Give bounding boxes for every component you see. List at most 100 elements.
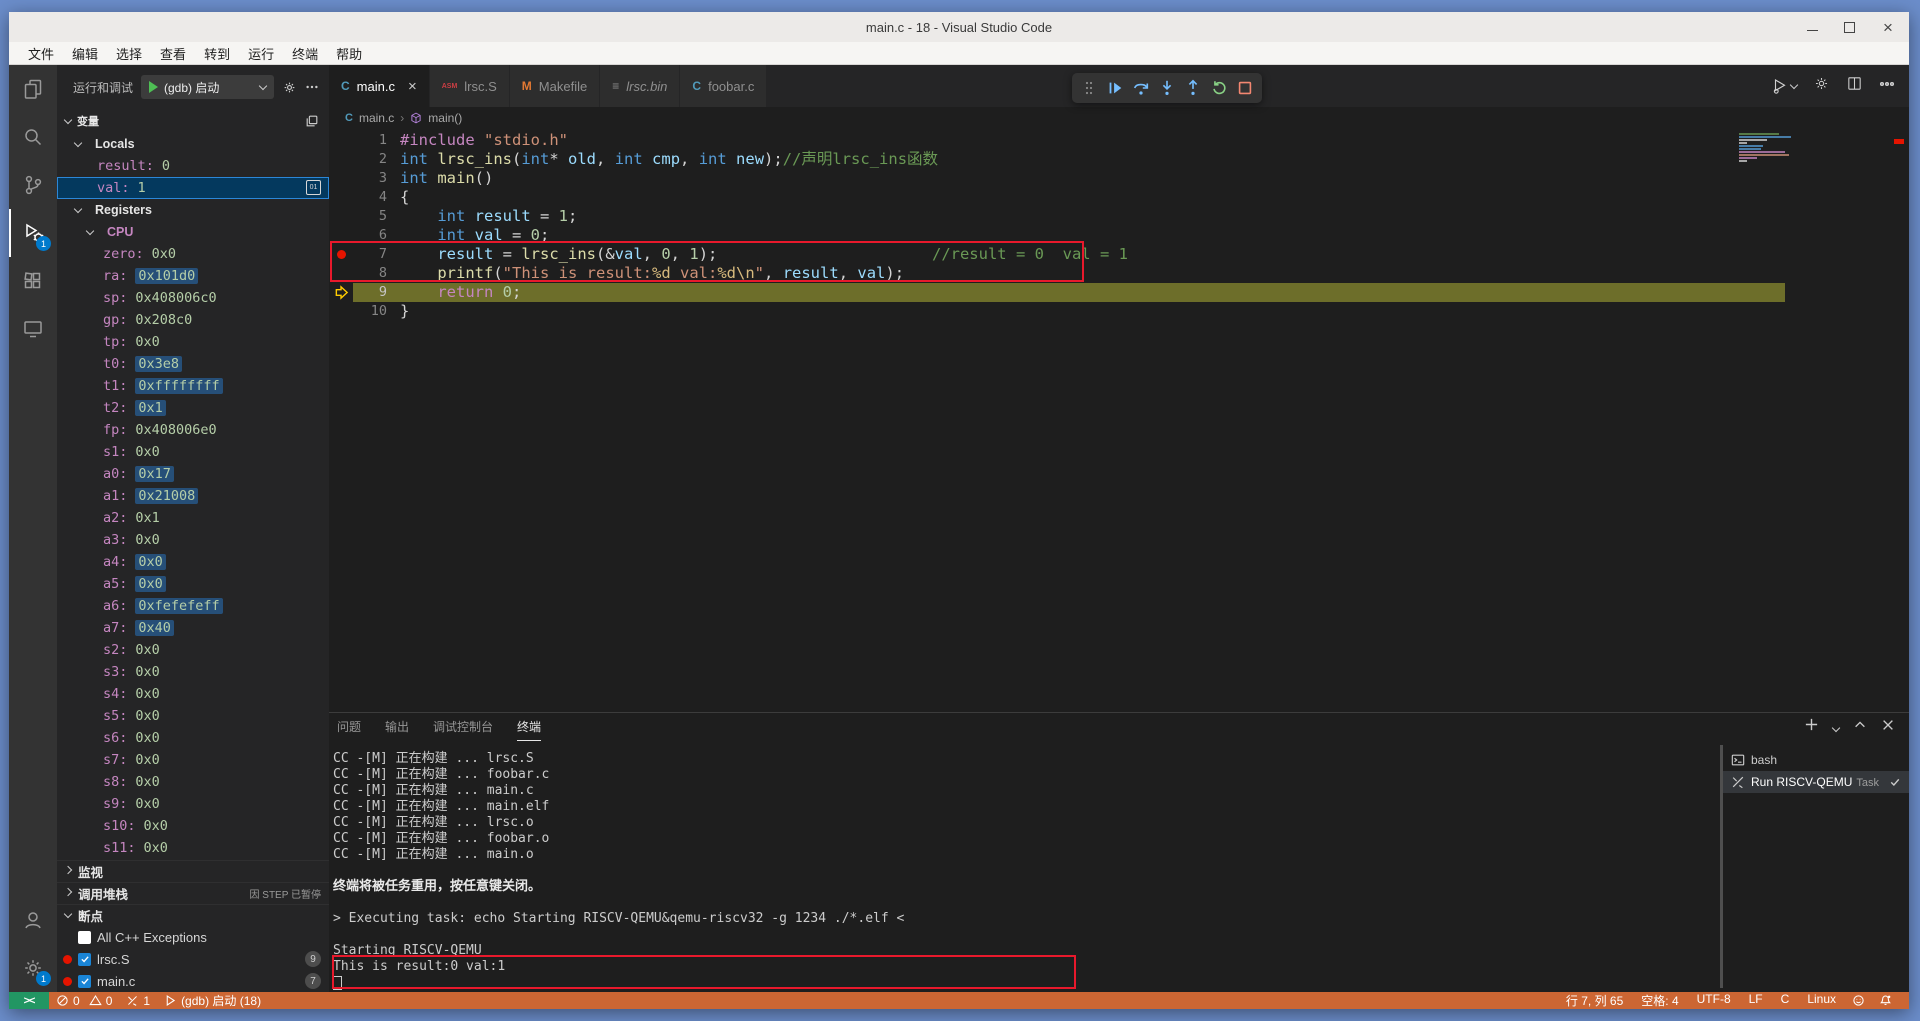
continue-button[interactable] [1104, 77, 1126, 99]
feedback-smiley-icon[interactable] [1845, 992, 1872, 1009]
menu-item-1[interactable]: 编辑 [63, 44, 107, 63]
debug-session-status[interactable]: (gdb) 启动 (18) [157, 992, 268, 1009]
register-row-t1[interactable]: t1:0xffffffff [57, 375, 329, 397]
register-row-gp[interactable]: gp:0x208c0 [57, 309, 329, 331]
section-registers[interactable]: Registers [57, 199, 329, 221]
gutter[interactable] [329, 188, 353, 207]
register-row-s8[interactable]: s8:0x0 [57, 771, 329, 793]
breadcrumb-symbol[interactable]: main() [428, 111, 462, 125]
variable-row-val[interactable]: val:101 [57, 177, 329, 199]
remote-indicator[interactable]: >< [9, 992, 49, 1009]
remote-explorer-icon[interactable] [9, 305, 57, 353]
watch-section-header[interactable]: 监视 [57, 860, 329, 882]
gutter[interactable] [329, 131, 353, 150]
breakpoints-section-header[interactable]: 断点 [57, 904, 329, 926]
accounts-icon[interactable] [9, 896, 57, 944]
register-row-s3[interactable]: s3:0x0 [57, 661, 329, 683]
view-binary-icon[interactable]: 01 [306, 180, 321, 195]
register-row-s10[interactable]: s10:0x0 [57, 815, 329, 837]
menu-item-4[interactable]: 转到 [195, 44, 239, 63]
tab-lrsc.S[interactable]: ASMlrsc.S [430, 65, 510, 107]
register-row-ra[interactable]: ra:0x101d0 [57, 265, 329, 287]
maximize-panel-icon[interactable] [1853, 718, 1867, 737]
callstack-section-header[interactable]: 调用堆栈 因 STEP 已暂停 [57, 882, 329, 904]
more-actions-icon[interactable] [305, 80, 319, 94]
breadcrumb[interactable]: C main.c › main() [329, 107, 1909, 129]
close-tab-icon[interactable]: × [408, 78, 417, 95]
gutter[interactable] [329, 302, 353, 321]
register-row-a6[interactable]: a6:0xfefefeff [57, 595, 329, 617]
register-row-a3[interactable]: a3:0x0 [57, 529, 329, 551]
menu-item-7[interactable]: 帮助 [327, 44, 371, 63]
register-row-s9[interactable]: s9:0x0 [57, 793, 329, 815]
register-row-a7[interactable]: a7:0x40 [57, 617, 329, 639]
register-row-s4[interactable]: s4:0x0 [57, 683, 329, 705]
run-file-button[interactable] [1771, 77, 1797, 95]
register-row-t3[interactable]: t3:0x0 [57, 859, 329, 860]
close-panel-icon[interactable] [1881, 718, 1895, 737]
menu-item-5[interactable]: 运行 [239, 44, 283, 63]
gutter[interactable] [329, 169, 353, 188]
menu-item-2[interactable]: 选择 [107, 44, 151, 63]
status-item-1[interactable]: 空格: 4 [1632, 992, 1687, 1009]
debug-config-dropdown[interactable]: (gdb) 启动 [141, 75, 274, 99]
register-row-s2[interactable]: s2:0x0 [57, 639, 329, 661]
register-row-s1[interactable]: s1:0x0 [57, 441, 329, 463]
tab-Makefile[interactable]: MMakefile [510, 65, 600, 107]
debug-settings-gear-icon[interactable] [282, 80, 297, 95]
menu-item-6[interactable]: 终端 [283, 44, 327, 63]
gutter[interactable] [329, 226, 353, 245]
status-item-2[interactable]: UTF-8 [1688, 992, 1740, 1009]
search-icon[interactable] [9, 113, 57, 161]
settings-gear-icon[interactable]: 1 [9, 944, 57, 992]
gutter[interactable] [329, 283, 353, 302]
explorer-icon[interactable] [9, 65, 57, 113]
panel-tab-终端[interactable]: 终端 [517, 713, 541, 741]
variables-section-header[interactable]: 变量 [57, 109, 329, 133]
step-out-button[interactable] [1182, 77, 1204, 99]
breakpoint-row[interactable]: main.c7 [57, 970, 329, 992]
status-item-5[interactable]: Linux [1798, 992, 1845, 1009]
problems-status[interactable]: 0 0 [49, 992, 119, 1009]
breakpoint-row[interactable]: All C++ Exceptions [57, 926, 329, 948]
more-actions-icon[interactable] [1879, 76, 1895, 97]
collapse-all-icon[interactable] [305, 114, 319, 128]
editor-settings-gear-icon[interactable] [1813, 75, 1830, 97]
gutter[interactable] [329, 150, 353, 169]
register-row-zero[interactable]: zero:0x0 [57, 243, 329, 265]
status-item-3[interactable]: LF [1740, 992, 1772, 1009]
extensions-icon[interactable] [9, 257, 57, 305]
register-row-sp[interactable]: sp:0x408006c0 [57, 287, 329, 309]
status-item-4[interactable]: C [1772, 992, 1799, 1009]
register-row-fp[interactable]: fp:0x408006e0 [57, 419, 329, 441]
breakpoint-checkbox[interactable] [78, 931, 91, 944]
restart-button[interactable] [1208, 77, 1230, 99]
menu-item-0[interactable]: 文件 [19, 44, 63, 63]
toolbar-grip[interactable] [1078, 77, 1100, 99]
register-row-a4[interactable]: a4:0x0 [57, 551, 329, 573]
gutter[interactable] [329, 264, 353, 283]
register-row-s6[interactable]: s6:0x0 [57, 727, 329, 749]
panel-tab-问题[interactable]: 问题 [337, 713, 361, 741]
close-button[interactable]: × [1881, 20, 1895, 34]
register-row-a0[interactable]: a0:0x17 [57, 463, 329, 485]
split-editor-icon[interactable] [1846, 75, 1863, 97]
register-row-s7[interactable]: s7:0x0 [57, 749, 329, 771]
register-row-a1[interactable]: a1:0x21008 [57, 485, 329, 507]
gutter[interactable] [329, 207, 353, 226]
code-editor[interactable]: 1#include "stdio.h"2int lrsc_ins(int* ol… [329, 129, 1909, 712]
terminal-dropdown-icon[interactable] [1833, 718, 1839, 736]
tasks-status[interactable]: 1 [119, 992, 157, 1009]
register-row-s5[interactable]: s5:0x0 [57, 705, 329, 727]
breakpoint-checkbox[interactable] [78, 975, 91, 988]
menu-item-3[interactable]: 查看 [151, 44, 195, 63]
step-into-button[interactable] [1156, 77, 1178, 99]
register-row-tp[interactable]: tp:0x0 [57, 331, 329, 353]
minimize-button[interactable] [1807, 23, 1818, 31]
breakpoint-row[interactable]: lrsc.S9 [57, 948, 329, 970]
terminal-output[interactable]: CC -[M] 正在构建 ... lrsc.SCC -[M] 正在构建 ... … [329, 741, 1720, 992]
status-item-0[interactable]: 行 7, 列 65 [1557, 992, 1632, 1009]
new-terminal-icon[interactable] [1804, 717, 1819, 737]
run-and-debug-icon[interactable]: 1 [9, 209, 57, 257]
breakpoint-checkbox[interactable] [78, 953, 91, 966]
